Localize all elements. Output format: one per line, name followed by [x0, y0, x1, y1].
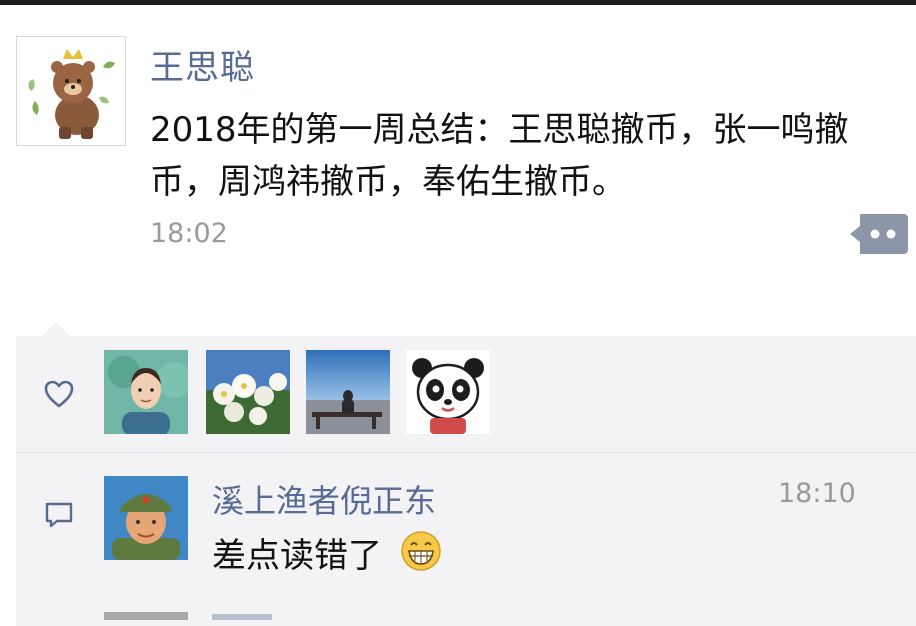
poster-name[interactable]: 王思聪 — [150, 40, 255, 89]
comment-bubble-icon — [45, 502, 73, 528]
comment-time: 18:10 — [778, 478, 856, 509]
liker-avatar-man[interactable] — [104, 350, 188, 434]
comment-text[interactable]: 差点读错了 — [212, 528, 382, 577]
ellipsis-bubble-icon — [850, 214, 908, 254]
more-actions-button[interactable] — [850, 214, 908, 254]
liker-avatar-flowers[interactable] — [206, 350, 290, 434]
commenter-name[interactable]: 溪上渔者倪正东 — [212, 476, 436, 522]
grinning-face-emoji-icon — [401, 531, 441, 571]
white-flowers-image — [206, 350, 290, 434]
post-text: 2018年的第一周总结：王思聪撤币，张一鸣撤币，周鸿祎撤币，奉佑生撤币。 — [150, 110, 849, 202]
soldier-portrait-image — [104, 476, 188, 560]
man-portrait-image — [104, 350, 188, 434]
post-time: 18:02 — [150, 218, 228, 249]
panda-cartoon-image — [406, 350, 490, 434]
liker-avatar-panda[interactable] — [406, 350, 490, 434]
bear-sticker-image — [28, 49, 115, 139]
top-edge-bar — [0, 0, 916, 5]
next-commenter-name-partial — [212, 614, 272, 620]
next-commenter-avatar-partial — [104, 612, 188, 620]
panel-divider — [16, 452, 916, 453]
commenter-avatar[interactable] — [104, 476, 188, 560]
heart-icon — [44, 380, 74, 408]
bench-by-sea-image — [306, 350, 390, 434]
poster-avatar[interactable] — [16, 36, 126, 146]
panel-pointer — [42, 322, 70, 336]
liker-avatar-bench[interactable] — [306, 350, 390, 434]
